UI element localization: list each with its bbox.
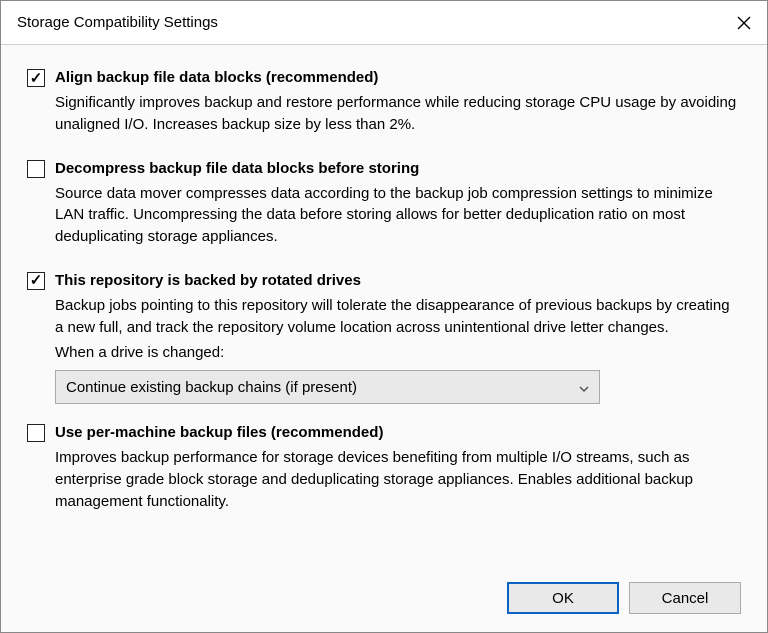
button-label: Cancel — [662, 590, 709, 607]
option-text: This repository is backed by rotated dri… — [55, 270, 741, 404]
option-label: Decompress backup file data blocks befor… — [55, 158, 741, 179]
dropdown-value: Continue existing backup chains (if pres… — [66, 379, 357, 396]
drive-changed-dropdown[interactable]: Continue existing backup chains (if pres… — [55, 370, 600, 404]
drive-changed-prompt: When a drive is changed: — [55, 342, 741, 364]
ok-button[interactable]: OK — [507, 582, 619, 614]
checkbox-align-blocks[interactable] — [27, 69, 45, 87]
option-label: Align backup file data blocks (recommend… — [55, 67, 741, 88]
close-icon[interactable] — [737, 16, 751, 30]
cancel-button[interactable]: Cancel — [629, 582, 741, 614]
dialog-footer: OK Cancel — [507, 582, 741, 614]
checkbox-rotated-drives[interactable] — [27, 272, 45, 290]
button-label: OK — [552, 590, 574, 607]
option-text: Decompress backup file data blocks befor… — [55, 158, 741, 252]
option-rotated-drives: This repository is backed by rotated dri… — [27, 270, 741, 404]
titlebar: Storage Compatibility Settings — [1, 1, 767, 45]
checkbox-decompress-blocks[interactable] — [27, 160, 45, 178]
option-text: Use per-machine backup files (recommende… — [55, 422, 741, 516]
dialog-content: Align backup file data blocks (recommend… — [1, 45, 767, 632]
chevron-down-icon — [579, 379, 589, 396]
option-desc: Significantly improves backup and restor… — [55, 92, 741, 136]
option-desc: Improves backup performance for storage … — [55, 447, 741, 512]
option-label: Use per-machine backup files (recommende… — [55, 422, 741, 443]
option-desc: Source data mover compresses data accord… — [55, 183, 741, 248]
checkbox-per-machine-files[interactable] — [27, 424, 45, 442]
option-desc: Backup jobs pointing to this repository … — [55, 295, 741, 339]
option-text: Align backup file data blocks (recommend… — [55, 67, 741, 140]
dialog-title: Storage Compatibility Settings — [17, 14, 218, 31]
option-align-blocks: Align backup file data blocks (recommend… — [27, 67, 741, 140]
option-label: This repository is backed by rotated dri… — [55, 270, 741, 291]
option-decompress-blocks: Decompress backup file data blocks befor… — [27, 158, 741, 252]
option-per-machine-files: Use per-machine backup files (recommende… — [27, 422, 741, 516]
